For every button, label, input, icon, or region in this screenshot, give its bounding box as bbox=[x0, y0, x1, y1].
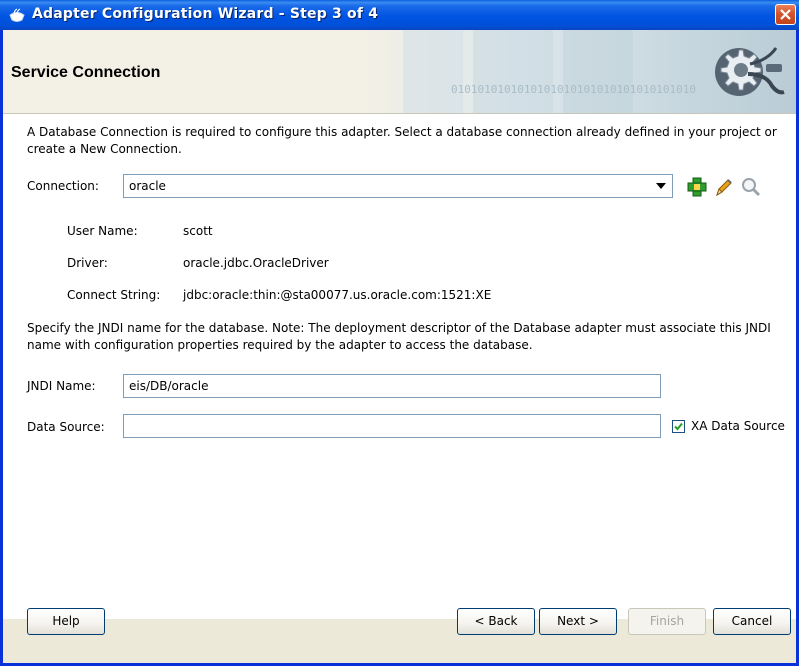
title-bar[interactable]: Adapter Configuration Wizard - Step 3 of… bbox=[0, 0, 799, 30]
driver-label: Driver: bbox=[67, 256, 108, 270]
user-name-value: scott bbox=[183, 224, 213, 238]
connection-value: oracle bbox=[129, 179, 166, 193]
jndi-name-value: eis/DB/oracle bbox=[129, 379, 209, 393]
data-source-input[interactable] bbox=[123, 414, 661, 438]
xa-data-source-checkbox[interactable] bbox=[672, 420, 685, 433]
help-button[interactable]: Help bbox=[27, 608, 105, 635]
wizard-banner: 0101010101010101010101010101010101010 Se… bbox=[3, 30, 796, 114]
binary-watermark: 0101010101010101010101010101010101010 bbox=[451, 83, 696, 96]
connect-string-label: Connect String: bbox=[67, 288, 161, 302]
browse-magnifier-icon[interactable] bbox=[740, 176, 762, 198]
adapter-gear-icon bbox=[715, 47, 785, 96]
jndi-name-label: JNDI Name: bbox=[27, 379, 96, 393]
close-button[interactable] bbox=[775, 4, 796, 25]
xa-data-source-label[interactable]: XA Data Source bbox=[691, 419, 785, 433]
user-name-label: User Name: bbox=[67, 224, 138, 238]
back-button[interactable]: < Back bbox=[457, 608, 535, 635]
page-title: Service Connection bbox=[11, 64, 161, 81]
jndi-name-input[interactable]: eis/DB/oracle bbox=[123, 374, 661, 398]
jndi-note-text: Specify the JNDI name for the database. … bbox=[27, 321, 771, 352]
close-icon bbox=[780, 9, 791, 20]
connection-label: Connection: bbox=[27, 179, 99, 193]
data-source-label: Data Source: bbox=[27, 420, 105, 434]
content-panel: A Database Connection is required to con… bbox=[3, 114, 796, 619]
checkmark-icon bbox=[674, 422, 683, 431]
driver-value: oracle.jdbc.OracleDriver bbox=[183, 256, 329, 270]
connection-select[interactable]: oracle bbox=[123, 174, 673, 198]
edit-pencil-icon[interactable] bbox=[713, 176, 735, 198]
next-button[interactable]: Next > bbox=[539, 608, 617, 635]
chevron-down-icon[interactable] bbox=[656, 183, 666, 189]
wizard-window: Adapter Configuration Wizard - Step 3 of… bbox=[0, 0, 799, 666]
finish-button[interactable]: Finish bbox=[628, 608, 706, 635]
add-connection-icon[interactable] bbox=[686, 176, 708, 198]
connect-string-value: jdbc:oracle:thin:@sta00077.us.oracle.com… bbox=[183, 288, 492, 302]
window-title: Adapter Configuration Wizard - Step 3 of… bbox=[32, 6, 379, 22]
java-cup-icon bbox=[8, 7, 26, 23]
cancel-button[interactable]: Cancel bbox=[713, 608, 791, 635]
intro-text: A Database Connection is required to con… bbox=[27, 125, 777, 156]
